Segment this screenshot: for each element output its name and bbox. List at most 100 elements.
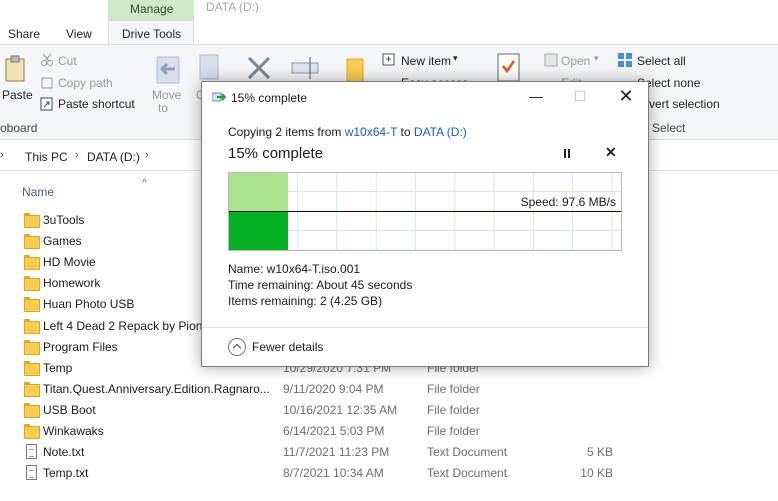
to-word: to — [400, 125, 411, 139]
folder-icon — [24, 360, 40, 376]
list-item[interactable]: Temp.txt 8/7/2021 10:34 AM Text Document 10… — [0, 463, 778, 484]
breadcrumb-chevron-icon: › — [75, 149, 79, 161]
item-name: Titan.Quest.Anniversary.Edition.Ragnaro.… — [43, 381, 270, 396]
folder-icon — [24, 424, 40, 439]
time-remaining-info: Time remaining: About 45 seconds — [228, 278, 413, 292]
move-to-icon — [156, 56, 180, 84]
open-icon — [544, 53, 558, 67]
pause-button[interactable] — [559, 146, 575, 162]
item-name: Program Files — [43, 339, 118, 354]
item-name: Left 4 Dead 2 Repack by Pione — [43, 318, 210, 333]
copy-path-button[interactable]: Copy path — [58, 76, 113, 90]
breadcrumb-chevron-icon: › — [0, 149, 4, 161]
file-name-info: Name: w10x64-T.iso.001 — [228, 262, 361, 276]
breadcrumb-chevron-icon: › — [145, 149, 149, 161]
properties-icon[interactable] — [497, 53, 521, 83]
tab-share[interactable]: Share — [8, 27, 40, 41]
sort-ascending-icon: ^ — [142, 178, 147, 189]
open-button[interactable]: Open — [561, 54, 590, 68]
folder-icon — [24, 213, 40, 228]
folder-icon — [24, 297, 40, 313]
list-item[interactable]: Winkawaks 6/14/2021 5:03 PM File folder — [0, 421, 778, 442]
folder-icon — [24, 402, 40, 418]
transfer-speed-graph: Speed: 97.6 MB/s — [228, 172, 622, 251]
copy-prefix: Copying 2 items from — [228, 125, 342, 139]
invert-selection-button[interactable]: vert selection — [649, 97, 720, 111]
source-link[interactable]: w10x64-T — [345, 125, 397, 139]
maximize-button[interactable]: ☐ — [558, 82, 602, 112]
cut-button[interactable]: Cut — [58, 54, 77, 68]
new-item-button[interactable]: New item — [401, 54, 451, 68]
item-type: File folder — [427, 424, 480, 438]
dialog-divider — [202, 327, 648, 328]
paste-icon[interactable] — [4, 55, 28, 83]
clipboard-group-label: oboard — [0, 121, 38, 135]
item-type: Text Document — [427, 445, 508, 460]
breadcrumb-drive[interactable]: DATA (D:) — [87, 150, 140, 164]
item-type: File folder — [427, 381, 480, 396]
paste-shortcut-icon — [40, 97, 53, 111]
fewer-details-label: Fewer details — [252, 340, 324, 354]
copy-to-icon — [199, 54, 219, 80]
new-item-chevron-icon: ▾ — [453, 53, 458, 63]
progress-fill-light — [229, 173, 288, 211]
items-remaining-info: Items remaining: 2 (4.25 GB) — [228, 294, 383, 308]
column-name-header[interactable]: Name — [22, 185, 54, 199]
open-chevron-icon: ▾ — [594, 53, 599, 63]
item-date: 11/7/2021 11:23 PM — [283, 445, 390, 460]
speed-label: Speed: 97.6 MB/s — [520, 195, 616, 209]
rename-icon[interactable] — [290, 55, 320, 81]
select-all-button[interactable]: Select all — [637, 54, 686, 68]
item-type: Text Document — [427, 466, 508, 481]
folder-icon — [24, 255, 40, 271]
text-file-icon — [26, 444, 37, 460]
folder-icon — [24, 318, 40, 334]
scissors-icon — [41, 53, 53, 66]
list-item[interactable]: Note.txt 11/7/2021 11:23 PM Text Document 5… — [0, 442, 778, 463]
tab-manage: Manage — [130, 2, 174, 16]
speed-line — [229, 211, 621, 212]
item-name: Temp.txt — [43, 466, 89, 481]
tab-view[interactable]: View — [66, 27, 92, 41]
item-size: 5 KB — [586, 445, 613, 460]
copy-arrow-icon — [212, 92, 226, 102]
delete-icon[interactable] — [245, 55, 273, 81]
tab-drive-tools[interactable]: Drive Tools — [122, 27, 181, 41]
percent-complete: 15% complete — [228, 145, 324, 162]
move-to-button[interactable]: Move — [152, 88, 181, 102]
item-name: 3uTools — [43, 213, 85, 227]
item-date: 9/11/2020 9:04 PM — [283, 381, 384, 396]
folder-icon — [24, 276, 40, 292]
item-name: Homework — [43, 276, 101, 291]
destination-link[interactable]: DATA (D:) — [414, 125, 467, 139]
window-title: DATA (D:) — [206, 0, 259, 14]
copy-path-icon — [41, 77, 53, 89]
new-item-icon — [382, 53, 395, 66]
item-name: Winkawaks — [43, 424, 104, 438]
ribbon-tabs: Share View Manage Drive Tools DATA (D:) — [0, 0, 778, 44]
item-name: HD Movie — [43, 255, 96, 270]
paste-shortcut-button[interactable]: Paste shortcut — [58, 97, 135, 111]
minimize-button[interactable]: — — [514, 82, 558, 112]
item-name: Note.txt — [43, 445, 85, 460]
dialog-title: 15% complete — [231, 91, 308, 105]
item-date: 8/7/2021 10:34 AM — [283, 466, 384, 481]
folder-icon — [24, 234, 40, 250]
item-type: File folder — [427, 402, 480, 417]
list-item[interactable]: USB Boot 10/16/2021 12:35 AM File folder — [0, 400, 778, 421]
item-name: Huan Photo USB — [43, 297, 135, 312]
item-date: 6/14/2021 5:03 PM — [283, 424, 385, 438]
select-group-label: Select — [652, 121, 686, 135]
item-name: USB Boot — [43, 402, 96, 417]
paste-button[interactable]: Paste — [2, 88, 33, 102]
cancel-button[interactable]: ✕ — [605, 144, 617, 161]
list-item[interactable]: Titan.Quest.Anniversary.Edition.Ragnaro.… — [0, 379, 778, 400]
dialog-title-bar[interactable]: 15% complete — ☐ ✕ — [202, 82, 648, 112]
move-to-button-line2: to — [158, 101, 169, 115]
text-file-icon — [26, 465, 37, 481]
item-date: 10/16/2021 12:35 AM — [283, 402, 398, 417]
close-button[interactable]: ✕ — [604, 82, 648, 112]
item-name: Temp — [43, 360, 73, 375]
folder-icon — [24, 381, 40, 397]
breadcrumb-this-pc[interactable]: This PC — [25, 150, 68, 164]
